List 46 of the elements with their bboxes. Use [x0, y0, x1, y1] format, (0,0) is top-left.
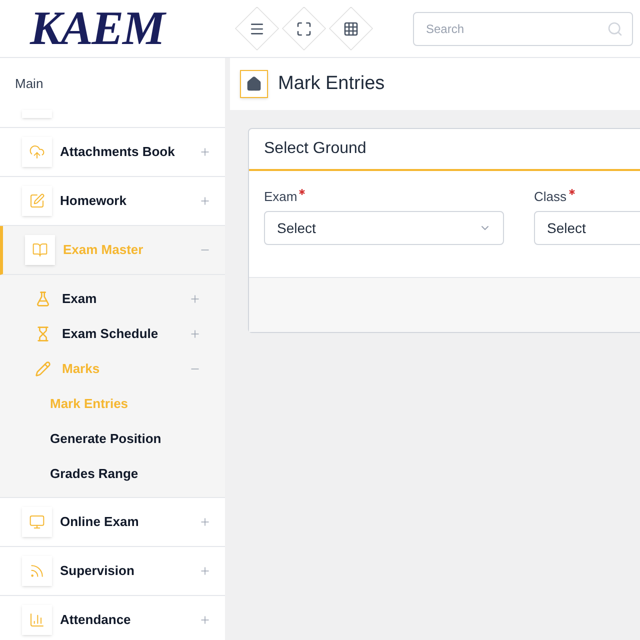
grid-icon [343, 20, 359, 36]
home-icon [246, 76, 262, 92]
select-field[interactable]: Select [264, 211, 504, 245]
edit-icon [29, 193, 45, 209]
expand-icon[interactable] [199, 565, 211, 577]
search-field[interactable]: Search [413, 12, 633, 46]
menu-label: Homework [60, 192, 128, 210]
select-placeholder: Select [277, 218, 317, 238]
field-label: Class [534, 188, 567, 206]
hourglass-icon [35, 326, 51, 342]
menu-label: Attachments Book [60, 143, 176, 162]
submenu-item[interactable]: Exam Schedule [0, 316, 225, 351]
home-button[interactable] [240, 70, 268, 98]
expand-icon[interactable] [199, 516, 211, 528]
bar-chart-icon [29, 612, 45, 628]
submenu-link[interactable]: Generate Position [50, 428, 162, 448]
logo: KAEM [30, 2, 164, 54]
fullscreen-icon [296, 20, 312, 36]
select-placeholder: Select [547, 218, 587, 238]
signal-icon [29, 563, 45, 579]
expand-icon[interactable] [199, 614, 211, 626]
field-label: Exam [264, 188, 298, 206]
expand-icon[interactable] [199, 146, 211, 158]
search-icon[interactable] [607, 20, 623, 36]
flask-icon [35, 290, 51, 306]
menu-icon [249, 20, 265, 36]
menu-label: Supervision [60, 562, 136, 580]
expand-icon[interactable] [199, 195, 211, 207]
cloud-upload-icon [29, 144, 45, 160]
submenu-label: Marks [62, 360, 101, 378]
menu-label: Exam Master [63, 241, 144, 260]
expand-icon[interactable] [189, 328, 201, 340]
expand-icon[interactable] [189, 292, 201, 304]
submenu-link[interactable]: Grades Range [50, 464, 138, 484]
select-field[interactable]: Select [534, 211, 640, 245]
submenu-label: Exam Schedule [62, 324, 160, 343]
pencil-icon [35, 360, 51, 376]
menu-label: Attendance [60, 611, 132, 630]
menu-label: Online Exam [60, 513, 140, 532]
page-title: Mark Entries [278, 72, 385, 96]
book-icon [32, 242, 48, 258]
submenu-label: Exam [62, 290, 98, 308]
monitor-icon [29, 514, 45, 530]
submenu-item[interactable]: Exam [0, 281, 225, 316]
card-title: Select Ground [264, 139, 366, 159]
section-label: Main [15, 75, 44, 94]
